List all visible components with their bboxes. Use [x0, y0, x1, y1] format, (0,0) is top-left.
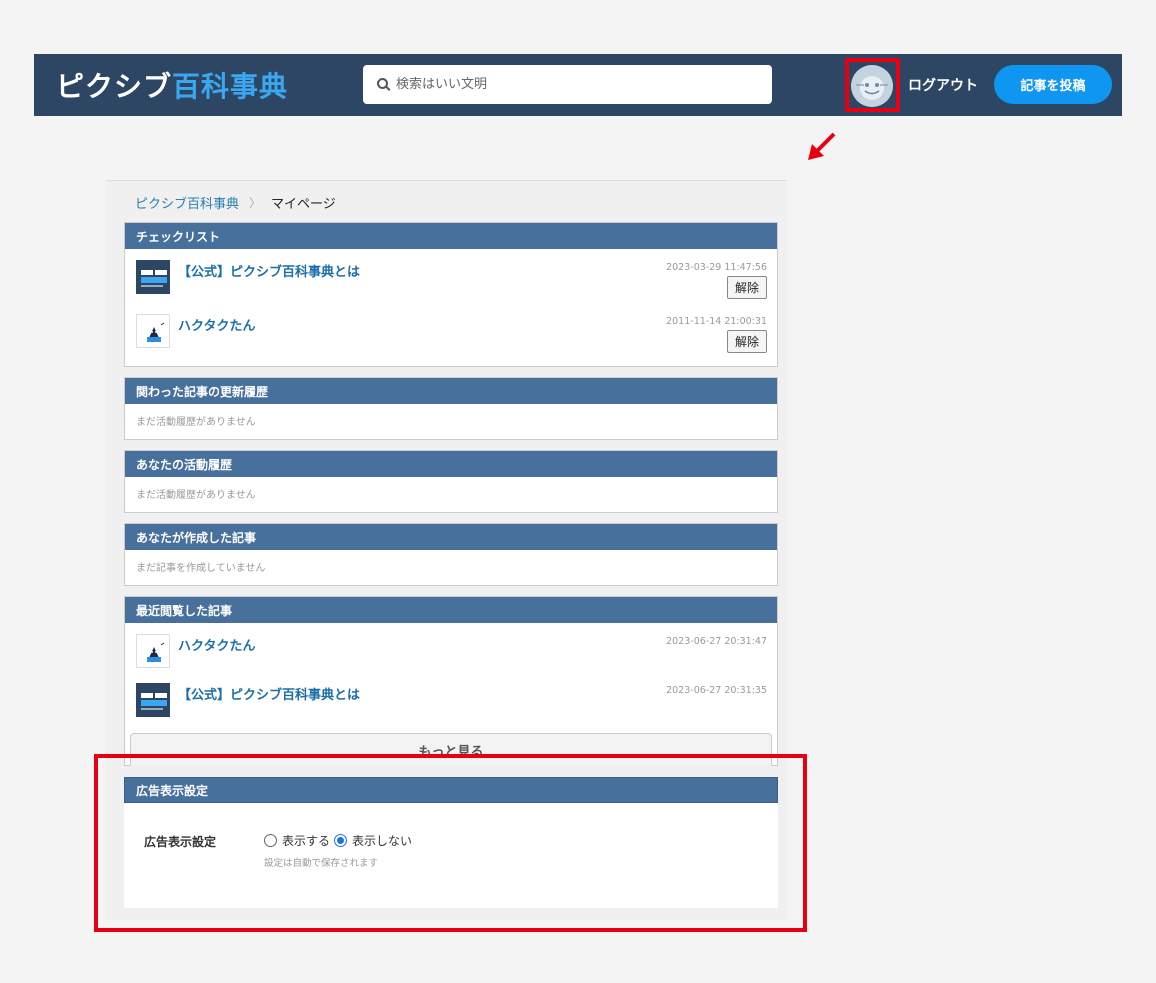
site-header: ピクシブ百科事典 ログアウト 記事を投稿: [34, 54, 1122, 116]
item-date: 2023-03-29 11:47:56: [666, 262, 767, 273]
unlink-button[interactable]: 解除: [727, 330, 767, 353]
item-date: 2023-06-27 20:31:47: [666, 636, 767, 647]
list-item: ハクタクたん 2011-11-14 21:00:31 解除: [125, 303, 777, 357]
breadcrumb-current: マイページ: [271, 197, 336, 212]
search-input[interactable]: [396, 77, 756, 92]
empty-message: まだ活動履歴がありません: [136, 417, 256, 428]
pixiv-encyclopedia-logo-icon[interactable]: [136, 683, 170, 717]
section-title: 最近閲覧した記事: [125, 597, 777, 623]
item-date: 2023-06-27 20:31:35: [666, 685, 767, 696]
hakutaku-character-icon[interactable]: [136, 634, 170, 668]
section-title: あなたの活動履歴: [125, 451, 777, 477]
logo-text-encyclopedia: 百科事典: [172, 70, 289, 103]
logout-link[interactable]: ログアウト: [908, 75, 978, 95]
search-icon: [377, 78, 388, 89]
hakutaku-character-icon[interactable]: [136, 314, 170, 348]
logo-text-pixiv: ピクシブ: [56, 70, 173, 103]
ad-settings-highlight-box: [94, 754, 807, 932]
post-article-button[interactable]: 記事を投稿: [994, 65, 1112, 104]
avatar-face-icon: [851, 65, 893, 107]
article-link[interactable]: ハクタクたん: [178, 315, 255, 334]
article-link[interactable]: 【公式】ピクシブ百科事典とは: [178, 684, 360, 703]
recently-viewed-section: 最近閲覧した記事 ハクタクたん 2023-06-27 20:31:47 【公式】…: [124, 596, 778, 766]
list-item: 【公式】ピクシブ百科事典とは 2023-06-27 20:31:35: [125, 672, 777, 721]
site-logo[interactable]: ピクシブ 百科事典: [56, 68, 289, 103]
section-title: あなたが作成した記事: [125, 524, 777, 550]
unlink-button[interactable]: 解除: [727, 276, 767, 299]
pixiv-encyclopedia-logo-icon[interactable]: [136, 260, 170, 294]
breadcrumb-separator: 〉: [249, 196, 262, 210]
related-history-section: 関わった記事の更新履歴 まだ活動履歴がありません: [124, 377, 778, 440]
article-link[interactable]: ハクタクたん: [178, 635, 255, 654]
breadcrumb-home-link[interactable]: ピクシブ百科事典: [135, 193, 239, 212]
list-item: ハクタクたん 2023-06-27 20:31:47: [125, 623, 777, 672]
list-item: 【公式】ピクシブ百科事典とは 2023-03-29 11:47:56 解除: [125, 249, 777, 303]
annotation-arrow-icon: [808, 132, 836, 160]
item-date: 2011-11-14 21:00:31: [666, 316, 767, 327]
user-avatar[interactable]: [851, 65, 893, 107]
empty-message: まだ記事を作成していません: [136, 563, 266, 574]
search-box[interactable]: [363, 65, 772, 104]
article-link[interactable]: 【公式】ピクシブ百科事典とは: [178, 261, 360, 280]
created-articles-section: あなたが作成した記事 まだ記事を作成していません: [124, 523, 778, 586]
breadcrumb: ピクシブ百科事典 〉 マイページ: [135, 193, 336, 212]
activity-history-section: あなたの活動履歴 まだ活動履歴がありません: [124, 450, 778, 513]
section-title: 関わった記事の更新履歴: [125, 378, 777, 404]
empty-message: まだ活動履歴がありません: [136, 490, 256, 501]
checklist-section: チェックリスト 【公式】ピクシブ百科事典とは 2023-03-29 11:47:…: [124, 222, 778, 367]
section-title: チェックリスト: [125, 223, 777, 249]
